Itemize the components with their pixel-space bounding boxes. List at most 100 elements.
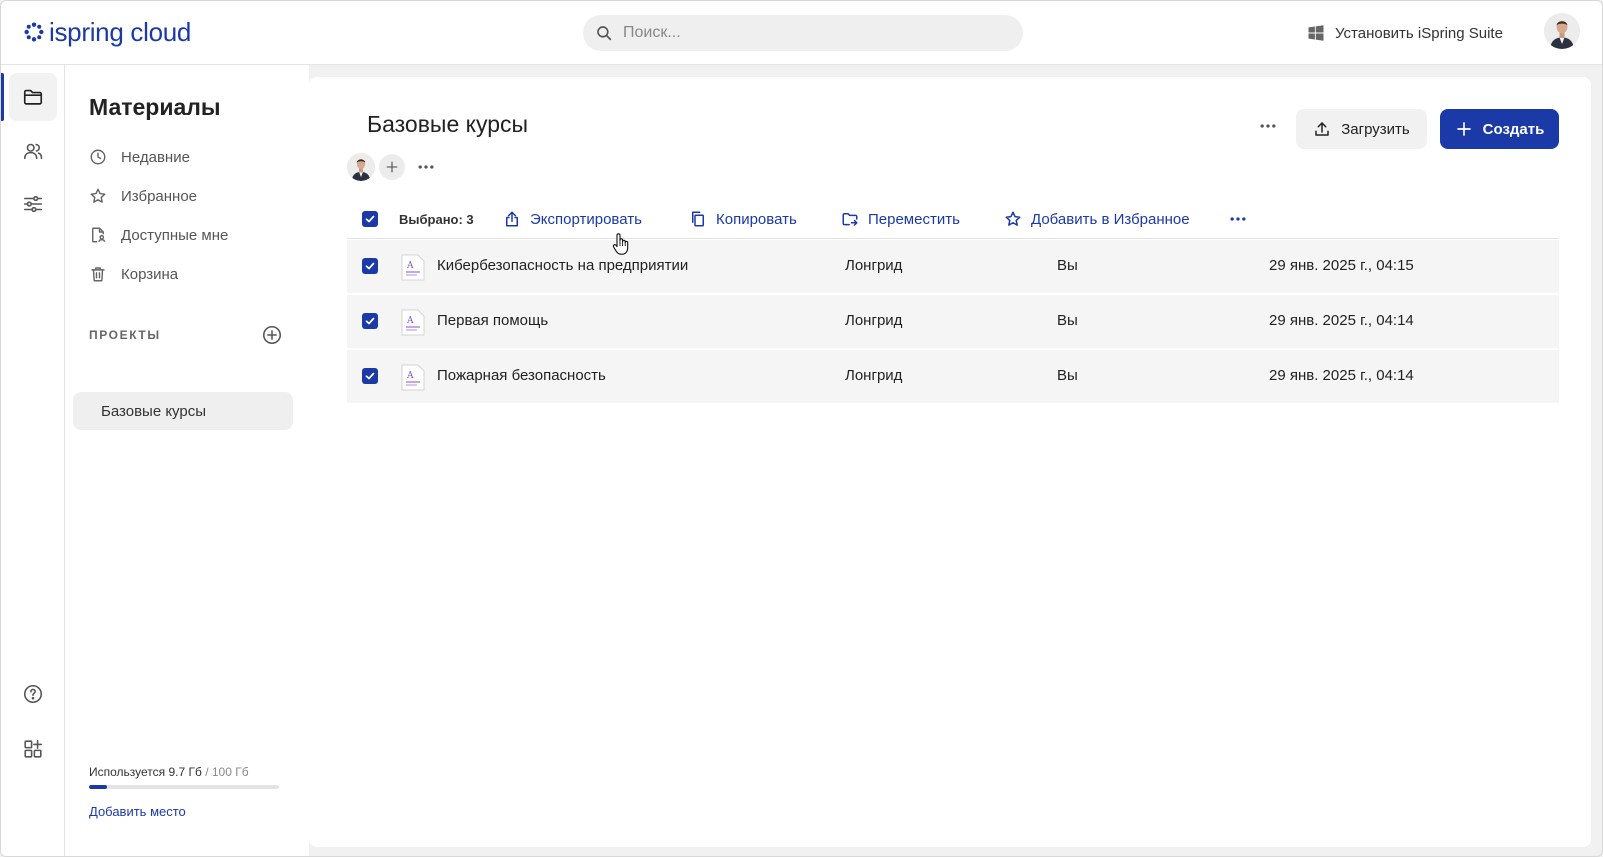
selection-toolbar: Выбрано: 3 Экспортировать Копировать Пер… <box>347 199 1559 239</box>
row-owner: Вы <box>1057 257 1078 274</box>
toolbar-more-button[interactable] <box>1225 209 1251 229</box>
row-name: Первая помощь <box>437 312 549 329</box>
select-all-checkbox[interactable] <box>362 211 378 227</box>
row-date: 29 янв. 2025 г., 04:14 <box>1269 312 1414 329</box>
move-button[interactable]: Переместить <box>841 209 960 229</box>
table-row[interactable]: A Пожарная безопасность Лонгрид Вы 29 ян… <box>347 350 1559 403</box>
copy-icon <box>692 211 704 227</box>
apps-add-icon <box>24 739 43 758</box>
materials-sidebar: Материалы Недавние Избранное Доступные м… <box>65 65 309 856</box>
sidebar-item-recent[interactable]: Недавние <box>89 145 190 169</box>
sidebar-project-basic-courses[interactable]: Базовые курсы <box>73 392 293 430</box>
check-icon <box>365 372 375 380</box>
more-horizontal-icon <box>1260 124 1276 128</box>
longread-file-icon: A <box>401 364 425 391</box>
user-avatar[interactable] <box>1544 13 1580 49</box>
project-member-avatar[interactable] <box>347 153 375 181</box>
upload-icon <box>1315 122 1329 136</box>
more-horizontal-icon <box>1230 217 1246 221</box>
sidebar-item-label: Корзина <box>121 265 179 283</box>
sidebar-title: Материалы <box>89 94 221 120</box>
add-to-favorites-button[interactable]: Добавить в Избранное <box>1004 209 1190 229</box>
svg-text:A: A <box>406 371 414 381</box>
more-options-button[interactable] <box>1253 113 1283 139</box>
user-avatar-icon <box>1544 13 1580 49</box>
row-name: Пожарная безопасность <box>437 367 606 384</box>
export-label: Экспортировать <box>530 210 642 228</box>
check-icon <box>365 215 375 223</box>
user-avatar-icon <box>347 153 375 181</box>
row-type: Лонгрид <box>845 257 903 274</box>
app-window: ispring cloud Установить iSpring Suite <box>0 0 1603 857</box>
help-icon <box>23 684 43 704</box>
more-horizontal-icon <box>418 165 434 169</box>
left-rail <box>1 65 65 856</box>
storage-usage-text: Используется 9.7 Гб / 100 Гб <box>89 765 249 779</box>
upload-button[interactable]: Загрузить <box>1296 109 1427 149</box>
rail-item-materials[interactable] <box>9 73 57 121</box>
move-label: Переместить <box>868 210 960 228</box>
star-icon <box>90 188 106 203</box>
row-owner: Вы <box>1057 312 1078 329</box>
row-owner: Вы <box>1057 367 1078 384</box>
add-space-link[interactable]: Добавить место <box>89 804 186 819</box>
table-row[interactable]: A Первая помощь Лонгрид Вы 29 янв. 2025 … <box>347 295 1559 348</box>
selected-count: Выбрано: 3 <box>399 212 474 227</box>
projects-header: ПРОЕКТЫ <box>89 328 161 342</box>
folder-icon <box>23 89 43 105</box>
star-icon <box>1005 211 1021 226</box>
rail-item-users[interactable] <box>9 127 57 175</box>
row-checkbox[interactable] <box>362 368 378 384</box>
plus-icon <box>1456 122 1471 136</box>
move-folder-icon <box>842 213 858 226</box>
shared-file-icon <box>92 227 106 243</box>
table-row[interactable]: A Кибербезопасность на предприятии Лонгр… <box>347 240 1559 293</box>
ispring-logo-icon <box>24 22 44 42</box>
search-input[interactable] <box>623 24 1003 42</box>
members-more-button[interactable] <box>413 155 439 179</box>
upload-label: Загрузить <box>1341 120 1410 138</box>
copy-label: Копировать <box>716 210 797 228</box>
row-date: 29 янв. 2025 г., 04:15 <box>1269 257 1414 274</box>
row-date: 29 янв. 2025 г., 04:14 <box>1269 367 1414 384</box>
copy-button[interactable]: Копировать <box>689 209 797 229</box>
row-type: Лонгрид <box>845 312 903 329</box>
sliders-icon <box>23 195 43 213</box>
add-to-favorites-label: Добавить в Избранное <box>1031 210 1190 228</box>
row-checkbox[interactable] <box>362 313 378 329</box>
export-button[interactable]: Экспортировать <box>503 209 642 229</box>
svg-text:A: A <box>406 261 414 271</box>
search-box[interactable] <box>583 15 1023 51</box>
logo[interactable]: ispring cloud <box>23 17 191 47</box>
row-checkbox[interactable] <box>362 258 378 274</box>
logo-text: ispring cloud <box>49 16 192 47</box>
sidebar-item-trash[interactable]: Корзина <box>89 262 178 286</box>
rail-item-settings[interactable] <box>9 180 57 228</box>
sidebar-item-label: Избранное <box>121 187 198 205</box>
windows-icon <box>1308 25 1324 41</box>
check-icon <box>365 317 375 325</box>
users-icon <box>23 143 43 160</box>
rail-active-indicator <box>1 73 4 121</box>
storage-progress-fill <box>89 785 108 789</box>
add-project-icon[interactable] <box>261 324 283 346</box>
svg-text:A: A <box>406 316 414 326</box>
sidebar-item-label: Доступные мне <box>121 226 229 244</box>
storage-progress-bar <box>89 785 279 789</box>
search-icon <box>597 26 612 41</box>
main-panel: Базовые курсы Загрузить Создать Выбрано:… <box>309 77 1591 847</box>
check-icon <box>365 262 375 270</box>
rail-item-help[interactable] <box>9 670 57 718</box>
create-button[interactable]: Создать <box>1440 109 1559 149</box>
export-icon <box>506 211 518 227</box>
rail-item-apps[interactable] <box>9 725 57 773</box>
create-label: Создать <box>1482 120 1545 138</box>
install-label: Установить iSpring Suite <box>1335 24 1503 42</box>
install-ispring-suite-button[interactable]: Установить iSpring Suite <box>1307 21 1503 45</box>
sidebar-item-favorites[interactable]: Избранное <box>89 184 197 208</box>
sidebar-item-label: Недавние <box>121 148 190 166</box>
sidebar-item-shared[interactable]: Доступные мне <box>89 223 228 247</box>
row-type: Лонгрид <box>845 367 903 384</box>
add-member-button[interactable] <box>379 154 405 180</box>
trash-icon <box>91 267 105 282</box>
